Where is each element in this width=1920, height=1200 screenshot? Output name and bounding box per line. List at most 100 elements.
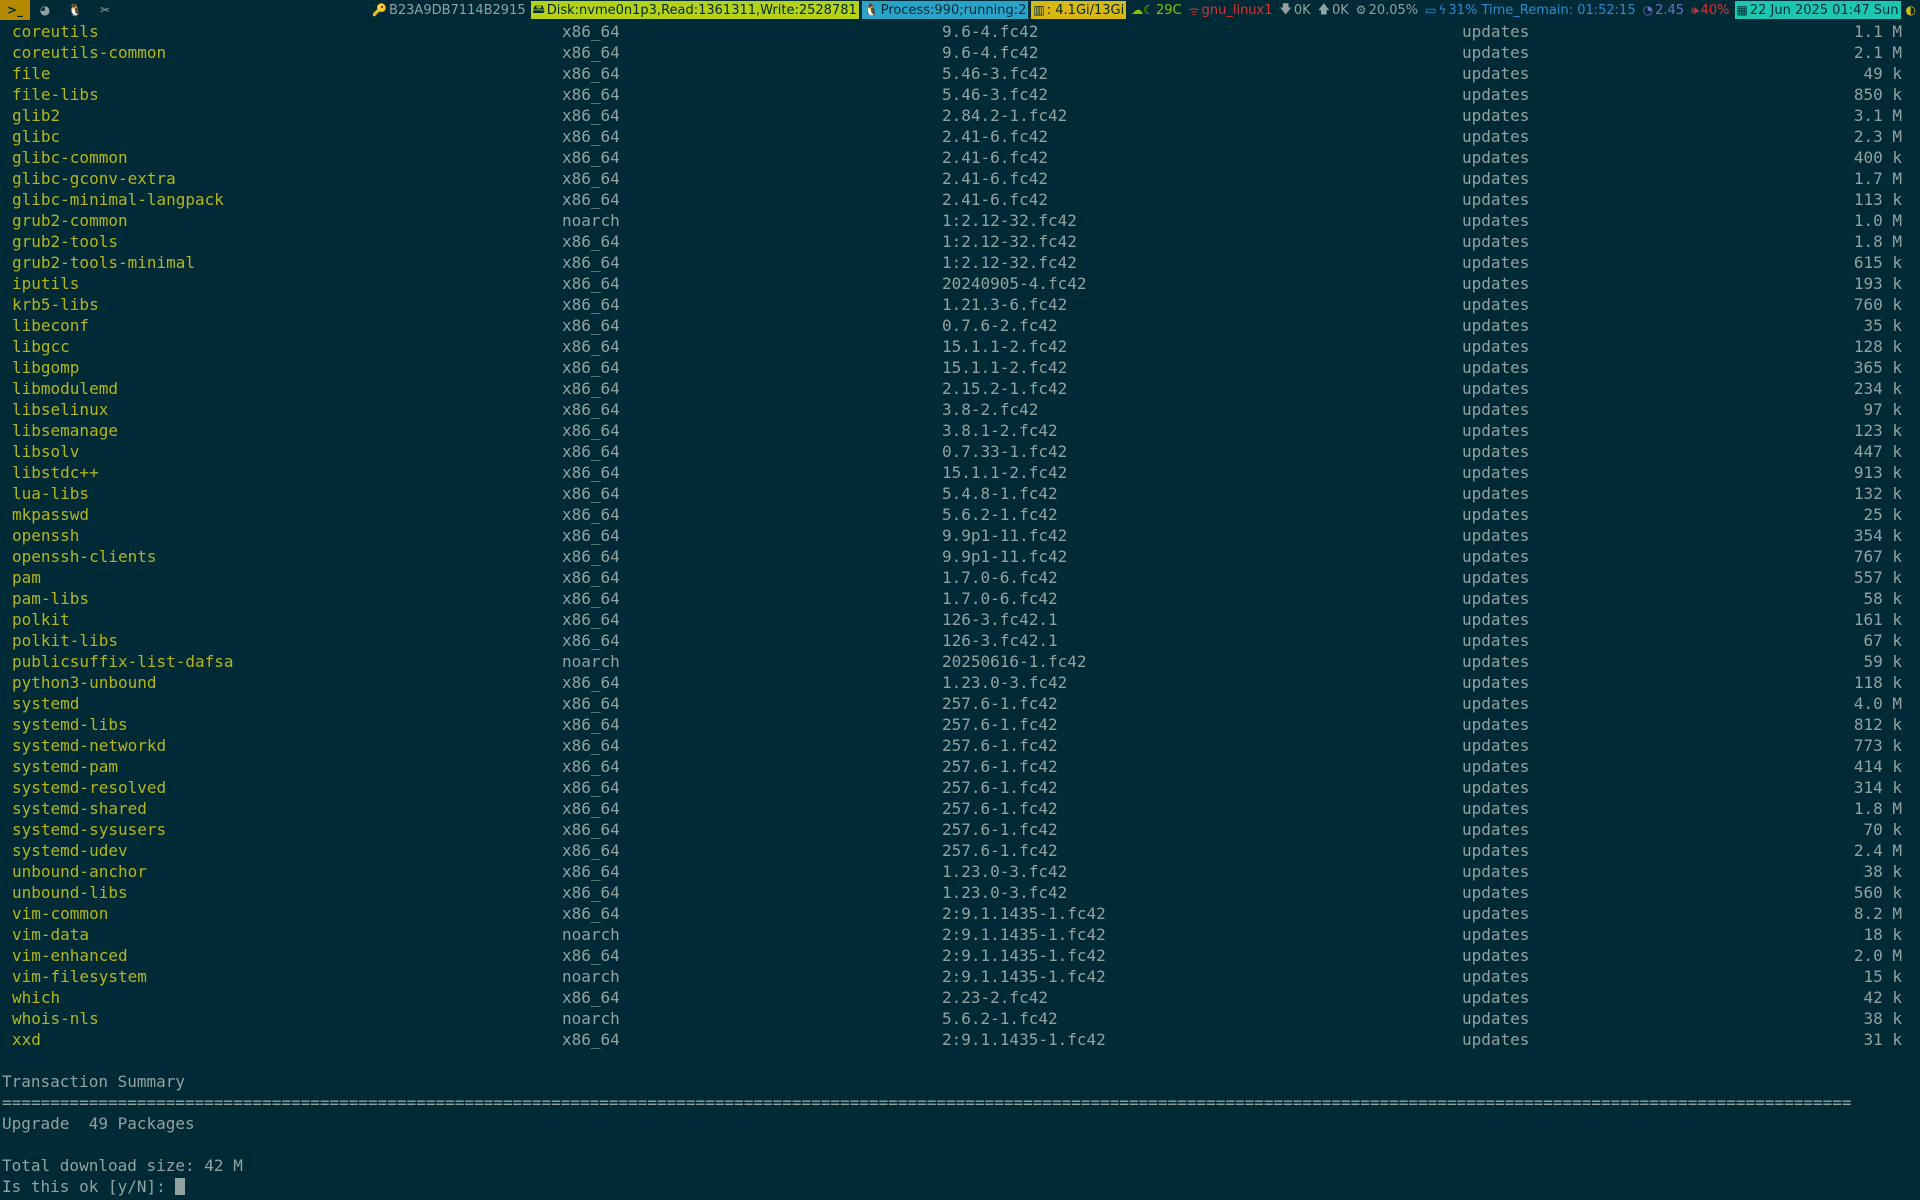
workspace-1[interactable]: >_ (0, 0, 30, 20)
package-version: 257.6-1.fc42 (942, 841, 1058, 860)
confirm-prompt-line[interactable]: Is this ok [y/N]: (0, 1176, 1920, 1197)
package-size: 67 k (1863, 631, 1902, 650)
package-arch: x86_64 (562, 43, 620, 62)
memory-module: ▥ : 4.1Gi/13Gi (1031, 1, 1127, 19)
package-name: libeconf (12, 316, 90, 335)
package-repo: updates (1462, 421, 1530, 440)
package-name: coreutils (12, 22, 99, 41)
package-row: python3-unbound x86_64 1.23.0-3.fc42 update… (0, 672, 1920, 693)
workspace-2[interactable]: ◕ (30, 0, 60, 20)
package-row: coreutils-common x86_64 9.6-4.fc42 updates 2… (0, 42, 1920, 63)
upgrade-count-line: Upgrade 49 Packages (2, 1114, 195, 1133)
charging-bolt-icon: ϟ (1438, 3, 1447, 17)
package-name: vim-common (12, 904, 109, 923)
package-repo: updates (1462, 253, 1530, 272)
package-arch: x86_64 (562, 379, 620, 398)
package-row: systemd x86_64 257.6-1.fc42 updates 4.0 M (0, 693, 1920, 714)
package-name: unbound-anchor (12, 862, 147, 881)
package-arch: x86_64 (562, 589, 620, 608)
package-size: 18 k (1863, 925, 1902, 944)
package-size: 38 k (1863, 1009, 1902, 1028)
package-arch: x86_64 (562, 988, 620, 1007)
package-name: libstdc++ (12, 463, 99, 482)
package-repo: updates (1462, 862, 1530, 881)
package-name: vim-enhanced (12, 946, 128, 965)
net-up: 0K (1332, 2, 1349, 18)
memory-stats: : 4.1Gi/13Gi (1046, 2, 1125, 18)
package-repo: updates (1462, 274, 1530, 293)
network-name: gnu_linux1 (1201, 2, 1273, 18)
package-repo: updates (1462, 820, 1530, 839)
package-arch: noarch (562, 967, 620, 986)
package-repo: updates (1462, 757, 1530, 776)
package-version: 2:9.1.1435-1.fc42 (942, 904, 1106, 923)
package-row: libgcc x86_64 15.1.1-2.fc42 updates 128 k (0, 336, 1920, 357)
clock-module[interactable]: ▦ 22 Jun 2025 01:47 Sun (1734, 1, 1901, 19)
terminal-window[interactable]: coreutils x86_64 9.6-4.fc42 updates 1.1 Mcor… (0, 21, 1920, 1200)
battery-icon: ▭ (1425, 3, 1437, 17)
package-repo: updates (1462, 841, 1530, 860)
package-version: 1.23.0-3.fc42 (942, 883, 1068, 902)
text-cursor[interactable] (175, 1178, 186, 1195)
cpu-module: ⚙ 20.05% (1354, 1, 1420, 19)
volume-module[interactable]: 🕪 40% (1689, 1, 1731, 19)
package-name: libselinux (12, 400, 109, 419)
package-name: unbound-libs (12, 883, 128, 902)
package-row: vim-filesystem noarch 2:9.1.1435-1.fc42 upd… (0, 966, 1920, 987)
package-arch: x86_64 (562, 316, 620, 335)
package-size: 354 k (1853, 526, 1902, 545)
package-name: systemd-libs (12, 715, 128, 734)
package-name: which (12, 988, 61, 1007)
package-repo: updates (1462, 148, 1530, 167)
package-name: vim-filesystem (12, 967, 147, 986)
package-arch: x86_64 (562, 400, 620, 419)
package-arch: x86_64 (562, 673, 620, 692)
package-row: which x86_64 2.23-2.fc42 updates 42 k (0, 987, 1920, 1008)
package-size: 118 k (1853, 673, 1902, 692)
package-size: 97 k (1863, 400, 1902, 419)
package-size: 615 k (1853, 253, 1902, 272)
package-name: coreutils-common (12, 43, 167, 62)
package-size: 35 k (1863, 316, 1902, 335)
package-arch: x86_64 (562, 442, 620, 461)
package-repo: updates (1462, 904, 1530, 923)
net-down-module: 🡇 0K (1278, 1, 1313, 19)
package-name: whois-nls (12, 1009, 99, 1028)
battery-time-remain: Time_Remain: 01:52:15 (1481, 2, 1636, 18)
workspace-4[interactable]: ✂ (90, 0, 120, 20)
package-arch: x86_64 (562, 757, 620, 776)
package-version: 3.8.1-2.fc42 (942, 421, 1058, 440)
package-arch: x86_64 (562, 610, 620, 629)
package-size: 314 k (1853, 778, 1902, 797)
package-repo: updates (1462, 400, 1530, 419)
package-arch: x86_64 (562, 64, 620, 83)
package-repo: updates (1462, 1009, 1530, 1028)
disk-stats: Disk:nvme0n1p3,Read:1361311,Write:252878… (546, 2, 857, 18)
package-arch: x86_64 (562, 820, 620, 839)
wifi-module[interactable]: ᯤ gnu_linux1 (1187, 1, 1275, 19)
package-repo: updates (1462, 988, 1530, 1007)
package-row: unbound-libs x86_64 1.23.0-3.fc42 updates 56… (0, 882, 1920, 903)
tray-module[interactable]: ◐ (1904, 1, 1920, 19)
package-repo: updates (1462, 379, 1530, 398)
package-row: libsolv x86_64 0.7.33-1.fc42 updates 447 k (0, 441, 1920, 462)
package-size: 8.2 M (1853, 904, 1902, 923)
package-version: 20240905-4.fc42 (942, 274, 1087, 293)
package-arch: x86_64 (562, 715, 620, 734)
package-row: vim-enhanced x86_64 2:9.1.1435-1.fc42 updat… (0, 945, 1920, 966)
package-name: krb5-libs (12, 295, 99, 314)
package-row: systemd-sysusers x86_64 257.6-1.fc42 update… (0, 819, 1920, 840)
package-repo: updates (1462, 925, 1530, 944)
package-arch: x86_64 (562, 421, 620, 440)
calendar-icon: ▦ (1736, 3, 1748, 17)
package-repo: updates (1462, 64, 1530, 83)
package-row: libstdc++ x86_64 15.1.1-2.fc42 updates 913 k (0, 462, 1920, 483)
host-id-module: 🔑 B23A9DB7114B2915 (370, 1, 528, 19)
package-repo: updates (1462, 43, 1530, 62)
package-repo: updates (1462, 127, 1530, 146)
package-size: 773 k (1853, 736, 1902, 755)
package-repo: updates (1462, 463, 1530, 482)
workspace-3[interactable]: 🐧 (60, 0, 90, 20)
transaction-summary-heading: Transaction Summary (2, 1072, 186, 1091)
speaker-icon: 🕪 (1691, 2, 1699, 17)
